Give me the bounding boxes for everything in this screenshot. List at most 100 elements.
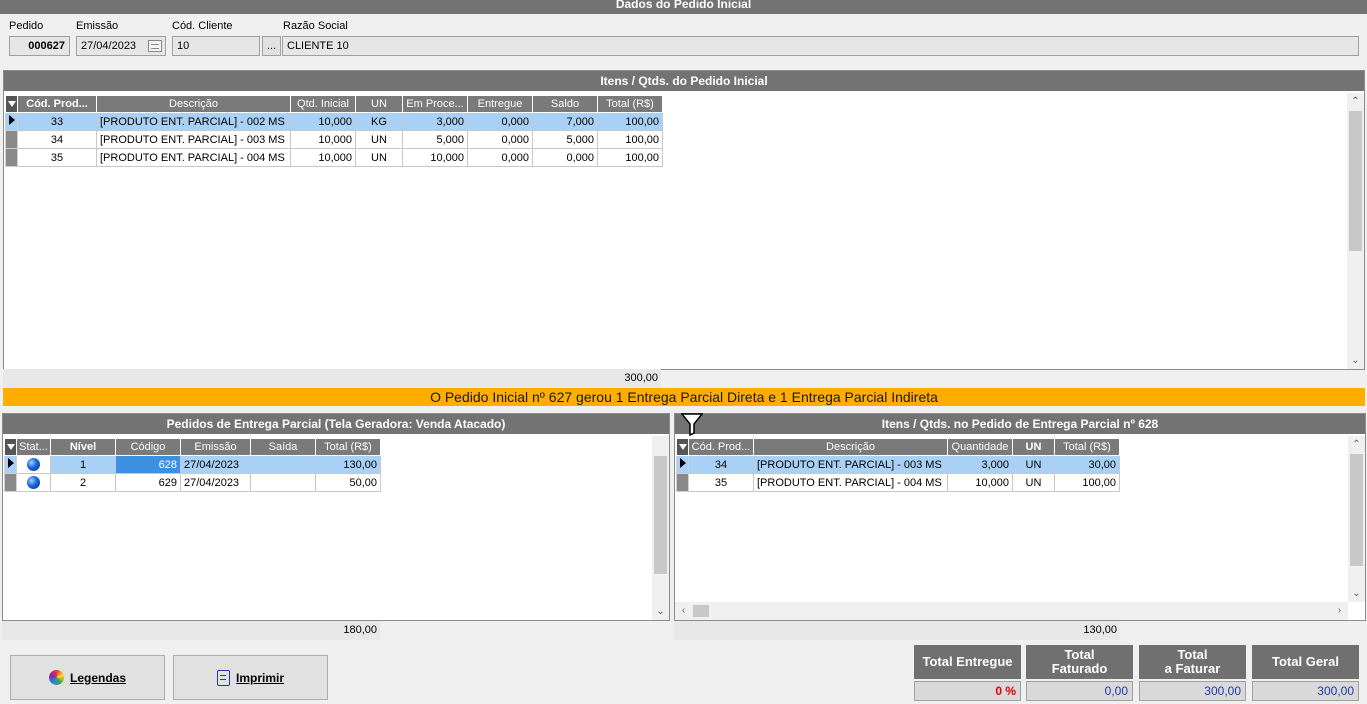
cell[interactable]: 100,00 [597, 130, 663, 149]
cell[interactable]: 100,00 [597, 112, 663, 131]
partial-items-vscrollbar[interactable]: ⌃ ⌄ [1348, 436, 1365, 602]
scroll-down-icon[interactable]: ⌄ [652, 603, 669, 620]
col-descricao[interactable]: Descrição [96, 95, 291, 113]
cell[interactable]: 3,000 [402, 112, 468, 131]
col-saldo[interactable]: Saldo [532, 95, 598, 113]
cell[interactable]: 130,00 [315, 455, 381, 474]
col-un[interactable]: UN [355, 95, 403, 113]
table-row[interactable]: 34 [PRODUTO ENT. PARCIAL] - 003 MS 10,00… [5, 130, 663, 149]
cell[interactable]: 5,000 [532, 130, 598, 149]
col-un[interactable]: UN [1012, 438, 1055, 456]
cell[interactable]: 0,000 [532, 148, 598, 167]
scroll-left-icon[interactable]: ‹ [675, 602, 692, 619]
filter-icon[interactable] [680, 412, 704, 437]
col-entregue[interactable]: Entregue [467, 95, 533, 113]
pedido-field[interactable]: 000627 [9, 36, 70, 56]
col-em-processo[interactable]: Em Proce... [402, 95, 468, 113]
col-qtd-inicial[interactable]: Qtd. Inicial [290, 95, 356, 113]
col-total[interactable]: Total (R$) [1054, 438, 1120, 456]
scroll-thumb[interactable] [1349, 111, 1362, 251]
cell[interactable]: [PRODUTO ENT. PARCIAL] - 004 MS [96, 148, 291, 167]
cell[interactable]: 0,000 [467, 130, 533, 149]
table-row[interactable]: 35 [PRODUTO ENT. PARCIAL] - 004 MS 10,00… [676, 473, 1120, 492]
cell[interactable]: 10,000 [290, 112, 356, 131]
cell[interactable]: 10,000 [290, 148, 356, 167]
col-cod-prod[interactable]: Cód. Prod... [688, 438, 754, 456]
col-emissao[interactable]: Emissão [180, 438, 251, 456]
table-row[interactable]: 35 [PRODUTO ENT. PARCIAL] - 004 MS 10,00… [5, 148, 663, 167]
col-quantidade[interactable]: Quantidade [947, 438, 1013, 456]
cell[interactable]: [PRODUTO ENT. PARCIAL] - 003 MS [753, 455, 948, 474]
legendas-button[interactable]: Legendas [10, 655, 165, 700]
col-total[interactable]: Total (R$) [315, 438, 381, 456]
scroll-thumb[interactable] [693, 605, 709, 617]
cell[interactable]: 1 [50, 455, 116, 474]
razao-field[interactable]: CLIENTE 10 [282, 36, 1359, 56]
scroll-right-icon[interactable]: › [1331, 602, 1348, 619]
col-descricao[interactable]: Descrição [753, 438, 948, 456]
cell[interactable]: [PRODUTO ENT. PARCIAL] - 004 MS [753, 473, 948, 492]
col-cod-prod[interactable]: Cód. Prod... [17, 95, 97, 113]
cell[interactable]: 10,000 [947, 473, 1013, 492]
cell[interactable]: 100,00 [1054, 473, 1120, 492]
scroll-down-icon[interactable]: ⌄ [1348, 585, 1365, 602]
cell[interactable]: 7,000 [532, 112, 598, 131]
col-status[interactable]: Stat... [16, 438, 51, 456]
cell-status[interactable] [16, 455, 51, 474]
cell[interactable]: 5,000 [402, 130, 468, 149]
partial-items-hscrollbar[interactable]: ‹ › [675, 602, 1348, 620]
grid-menu-icon[interactable] [5, 95, 18, 113]
cell[interactable]: 10,000 [402, 148, 468, 167]
cell[interactable]: 2 [50, 473, 116, 492]
calendar-icon[interactable] [148, 40, 162, 52]
cell[interactable]: 35 [17, 148, 97, 167]
cell[interactable]: 50,00 [315, 473, 381, 492]
cell[interactable]: 0,000 [467, 148, 533, 167]
cell[interactable]: 3,000 [947, 455, 1013, 474]
cell[interactable]: 34 [688, 455, 754, 474]
table-row[interactable]: 1 628 27/04/2023 130,00 [4, 455, 381, 474]
scroll-down-icon[interactable]: ⌄ [1347, 352, 1364, 369]
scroll-up-icon[interactable]: ⌃ [1347, 93, 1364, 110]
col-saida[interactable]: Saída [250, 438, 316, 456]
col-total[interactable]: Total (R$) [597, 95, 663, 113]
grid-menu-icon[interactable] [4, 438, 17, 456]
cell[interactable]: 628 [115, 455, 181, 474]
cell[interactable]: UN [1012, 455, 1055, 474]
col-nivel[interactable]: Nível [50, 438, 116, 456]
cell[interactable]: 27/04/2023 [180, 473, 251, 492]
cell[interactable]: 100,00 [597, 148, 663, 167]
total-geral-value: 300,00 [1252, 681, 1359, 701]
col-codigo[interactable]: Código [115, 438, 181, 456]
imprimir-button[interactable]: Imprimir [173, 655, 328, 700]
scroll-up-icon[interactable]: ⌃ [1348, 436, 1365, 453]
cell[interactable]: [PRODUTO ENT. PARCIAL] - 003 MS [96, 130, 291, 149]
cliente-field[interactable]: 10 [172, 36, 260, 56]
scroll-thumb[interactable] [654, 456, 667, 574]
grid-menu-icon[interactable] [676, 438, 689, 456]
scroll-thumb[interactable] [1350, 454, 1363, 566]
cell[interactable]: KG [355, 112, 403, 131]
cell[interactable]: 33 [17, 112, 97, 131]
table-row[interactable]: 2 629 27/04/2023 50,00 [4, 473, 381, 492]
cell[interactable]: UN [355, 130, 403, 149]
cell[interactable]: 10,000 [290, 130, 356, 149]
cell[interactable]: UN [1012, 473, 1055, 492]
table-row[interactable]: 33 [PRODUTO ENT. PARCIAL] - 002 MS 10,00… [5, 112, 663, 131]
cell[interactable]: 27/04/2023 [180, 455, 251, 474]
items-vscrollbar[interactable]: ⌃ ⌄ [1347, 93, 1364, 369]
partial-orders-vscrollbar[interactable]: ⌄ [652, 436, 669, 620]
cell[interactable]: 0,000 [467, 112, 533, 131]
emissao-field[interactable]: 27/04/2023 [76, 36, 166, 56]
cell[interactable]: 35 [688, 473, 754, 492]
cell[interactable]: [PRODUTO ENT. PARCIAL] - 002 MS [96, 112, 291, 131]
cell[interactable]: 30,00 [1054, 455, 1120, 474]
cell[interactable] [250, 473, 316, 492]
cell-status[interactable] [16, 473, 51, 492]
cell[interactable]: 629 [115, 473, 181, 492]
table-row[interactable]: 34 [PRODUTO ENT. PARCIAL] - 003 MS 3,000… [676, 455, 1120, 474]
cell[interactable]: UN [355, 148, 403, 167]
cell[interactable] [250, 455, 316, 474]
cell[interactable]: 34 [17, 130, 97, 149]
cliente-lookup-button[interactable]: ... [262, 36, 281, 56]
